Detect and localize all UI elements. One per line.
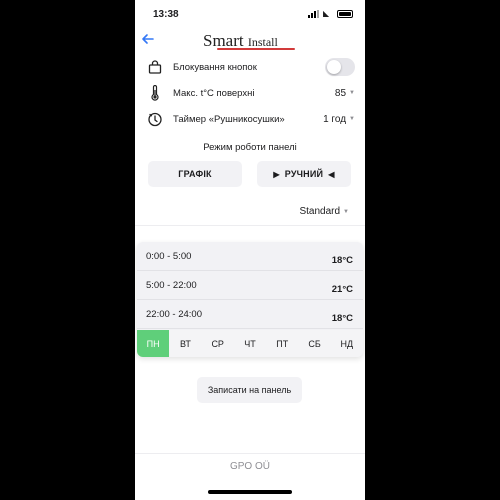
- triangle-left-icon: ◀: [328, 169, 335, 179]
- schedule-time: 0:00 - 5:00: [146, 251, 192, 262]
- schedule-mode-label: ГРАФІК: [178, 169, 212, 179]
- signal-icon: [308, 10, 319, 18]
- battery-icon: [337, 10, 353, 18]
- wifi-icon: ◣: [323, 9, 330, 18]
- schedule-time: 22:00 - 24:00: [146, 309, 202, 320]
- tab-day-thu[interactable]: ЧТ: [234, 330, 266, 357]
- preset-value: Standard: [299, 206, 341, 217]
- toggle-knob: [327, 60, 341, 74]
- header: Smart Install: [135, 28, 365, 54]
- chevron-down-icon: ▼: [349, 90, 355, 96]
- divider: [135, 453, 365, 454]
- manual-mode-button[interactable]: ▶ РУЧНИЙ ◀: [257, 161, 351, 187]
- schedule-temp: 21°C: [331, 284, 353, 295]
- button-lock-toggle[interactable]: [325, 58, 355, 76]
- max-temp-value: 85: [334, 87, 347, 99]
- lock-bag-icon: [145, 57, 165, 77]
- schedule-card: 0:00 - 5:00 18°C 5:00 - 22:00 21°C 22:00…: [137, 242, 363, 357]
- manual-mode-label: РУЧНИЙ: [284, 169, 324, 179]
- max-temp-select[interactable]: 85 ▼: [335, 88, 355, 99]
- status-time: 13:38: [153, 9, 179, 20]
- towel-timer-value: 1 год: [323, 113, 347, 125]
- settings-row-button-lock: Блокування кнопок: [145, 55, 355, 79]
- tab-day-sun[interactable]: НД: [331, 330, 363, 357]
- day-tabs: ПН ВТ СР ЧТ ПТ СБ НД: [137, 330, 363, 357]
- chevron-down-icon: ▼: [343, 208, 349, 215]
- logo-underline: [217, 48, 295, 50]
- logo-sub-text: Install: [247, 35, 278, 49]
- settings-row-max-temp[interactable]: Макс. t°C поверхні 85 ▼: [145, 81, 355, 105]
- timer-icon: [145, 109, 165, 129]
- max-temp-label: Макс. t°C поверхні: [173, 87, 255, 99]
- footer-company: GPO OÜ: [229, 461, 270, 472]
- back-arrow-icon[interactable]: [141, 32, 157, 48]
- schedule-mode-button[interactable]: ГРАФІК: [148, 161, 242, 187]
- preset-select[interactable]: Standard ▼: [299, 206, 349, 217]
- button-lock-label: Блокування кнопок: [173, 61, 257, 73]
- tab-day-mon[interactable]: ПН: [137, 330, 170, 357]
- chevron-down-icon: ▼: [349, 116, 355, 122]
- schedule-temp: 18°C: [331, 313, 353, 324]
- settings-row-towel-timer[interactable]: Таймер «Рушникосушки» 1 год ▼: [145, 107, 355, 131]
- divider: [135, 225, 365, 226]
- app-screen: 13:38 ◣ Smart Install Блокування кнопок …: [135, 0, 365, 500]
- triangle-right-icon: ▶: [273, 169, 280, 179]
- schedule-row[interactable]: 22:00 - 24:00 18°C: [137, 300, 363, 329]
- schedule-time: 5:00 - 22:00: [146, 280, 197, 291]
- schedule-row[interactable]: 0:00 - 5:00 18°C: [137, 242, 363, 271]
- tab-day-fri[interactable]: ПТ: [266, 330, 298, 357]
- towel-timer-select[interactable]: 1 год ▼: [323, 114, 355, 125]
- tab-day-wed[interactable]: СР: [202, 330, 234, 357]
- home-indicator[interactable]: [208, 490, 292, 494]
- write-to-panel-button[interactable]: Записати на панель: [197, 377, 302, 403]
- thermometer-icon: [145, 83, 165, 103]
- mode-section-title: Режим роботи панелі: [203, 142, 297, 153]
- towel-timer-label: Таймер «Рушникосушки»: [173, 113, 285, 125]
- tab-day-tue[interactable]: ВТ: [169, 330, 201, 357]
- tab-day-sat[interactable]: СБ: [298, 330, 330, 357]
- schedule-temp: 18°C: [331, 255, 353, 266]
- status-bar: 13:38 ◣: [135, 0, 365, 30]
- status-icons: ◣: [308, 10, 353, 18]
- schedule-row[interactable]: 5:00 - 22:00 21°C: [137, 271, 363, 300]
